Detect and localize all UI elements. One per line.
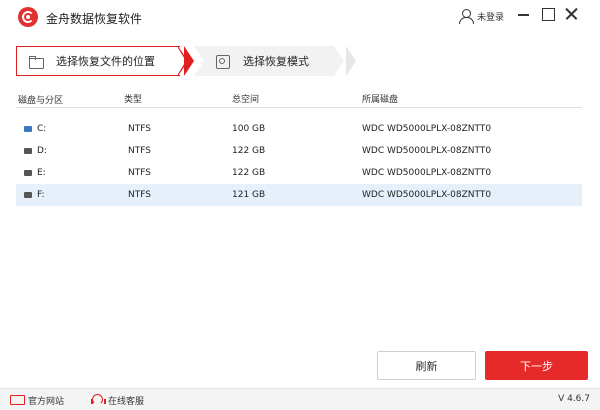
table-header: 磁盘与分区 类型 总空间 所属磁盘 (16, 92, 582, 108)
step-arrow-accent (180, 46, 194, 76)
refresh-button[interactable]: 刷新 (377, 351, 476, 380)
table-row[interactable]: D: NTFS 122 GB WDC WD5000LPLX-08ZNTT0 (16, 140, 582, 162)
partition-type: NTFS (128, 146, 151, 156)
drive-icon (24, 192, 32, 198)
monitor-icon (10, 394, 25, 406)
partition-size: 122 GB (232, 146, 266, 156)
partition-table: 磁盘与分区 类型 总空间 所属磁盘 C: NTFS 100 GB WDC WD5… (16, 92, 582, 206)
header-disk: 所属磁盘 (362, 95, 399, 105)
maximize-button[interactable] (538, 4, 558, 24)
step-indicator: 选择恢复模式 选择恢复文件的位置 (16, 46, 356, 76)
step-arrow-outline (346, 46, 356, 76)
partition-type: NTFS (128, 190, 151, 200)
partition-name: D: (37, 146, 47, 156)
table-row[interactable]: C: NTFS 100 GB WDC WD5000LPLX-08ZNTT0 (16, 118, 582, 140)
table-row[interactable]: E: NTFS 122 GB WDC WD5000LPLX-08ZNTT0 (16, 162, 582, 184)
close-button[interactable] (562, 4, 582, 24)
partition-name: C: (37, 124, 47, 134)
version-label: V 4.6.7 (558, 394, 590, 404)
step-arrow (334, 46, 344, 76)
next-button[interactable]: 下一步 (485, 351, 588, 380)
step-separator (194, 46, 204, 76)
step-label: 选择恢复文件的位置 (56, 55, 155, 68)
partition-size: 121 GB (232, 190, 266, 200)
partition-disk: WDC WD5000LPLX-08ZNTT0 (362, 190, 492, 200)
online-service-link[interactable]: 在线客服 (90, 393, 144, 407)
login-label: 未登录 (477, 12, 505, 23)
header-type: 类型 (124, 95, 143, 105)
partition-disk: WDC WD5000LPLX-08ZNTT0 (362, 168, 492, 178)
system-drive-icon (24, 126, 32, 132)
folder-icon (29, 55, 44, 69)
app-logo-icon (18, 7, 38, 27)
drive-icon (24, 148, 32, 154)
partition-type: NTFS (128, 124, 151, 134)
partition-size: 122 GB (232, 168, 266, 178)
step-select-mode: 选择恢复模式 (194, 46, 334, 76)
minimize-button[interactable] (514, 4, 534, 24)
app-title: 金舟数据恢复软件 (46, 12, 143, 26)
status-bar: 官方网站 在线客服 V 4.6.7 (0, 388, 600, 410)
partition-name: E: (37, 168, 46, 178)
login-button[interactable]: 未登录 (458, 6, 504, 26)
headset-icon (90, 394, 106, 406)
header-partition: 磁盘与分区 (18, 96, 64, 106)
official-site-link[interactable]: 官方网站 (10, 393, 64, 407)
step-select-location: 选择恢复文件的位置 (16, 46, 180, 76)
table-row-selected[interactable]: F: NTFS 121 GB WDC WD5000LPLX-08ZNTT0 (16, 184, 582, 206)
online-service-label: 在线客服 (108, 396, 145, 407)
user-icon (458, 8, 474, 24)
disk-mode-icon (216, 54, 230, 69)
partition-name: F: (37, 190, 45, 200)
header-size: 总空间 (232, 95, 260, 105)
drive-icon (24, 170, 32, 176)
partition-type: NTFS (128, 168, 151, 178)
partition-disk: WDC WD5000LPLX-08ZNTT0 (362, 146, 492, 156)
partition-disk: WDC WD5000LPLX-08ZNTT0 (362, 124, 492, 134)
step-label: 选择恢复模式 (243, 55, 309, 68)
title-bar: 金舟数据恢复软件 未登录 (0, 0, 600, 34)
partition-size: 100 GB (232, 124, 266, 134)
official-site-label: 官方网站 (28, 396, 65, 407)
